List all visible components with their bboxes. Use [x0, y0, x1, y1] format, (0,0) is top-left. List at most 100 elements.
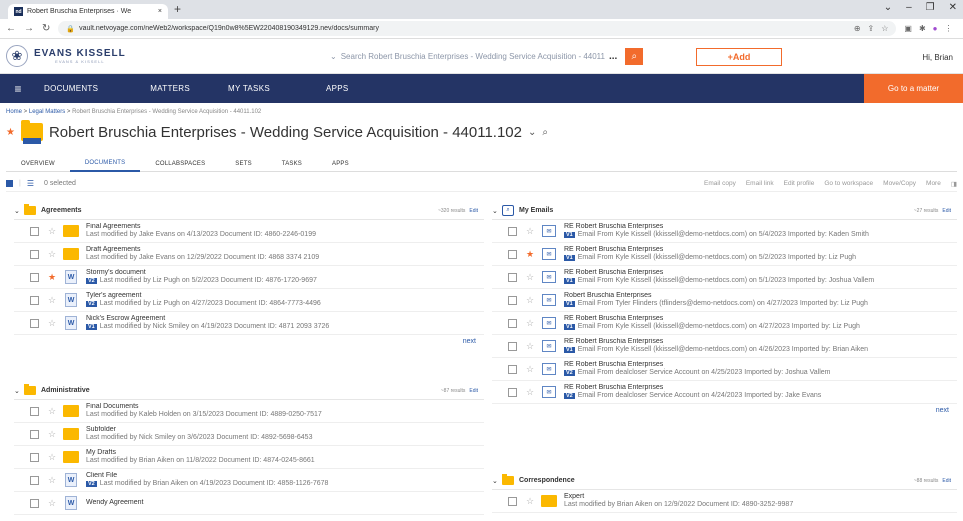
document-row[interactable]: ☆ W Nick's Escrow Agreement V1 Last modified… [14, 312, 484, 335]
favorite-star-icon[interactable]: ☆ [48, 318, 62, 329]
panel-toggle-icon[interactable]: ◨ [951, 180, 957, 188]
row-checkbox[interactable] [30, 498, 39, 508]
favorite-star-icon[interactable]: ☆ [48, 226, 62, 237]
row-checkbox[interactable] [508, 226, 517, 236]
row-checkbox[interactable] [508, 249, 517, 259]
favorite-star-icon[interactable]: ★ [526, 249, 540, 260]
document-row[interactable]: ☆ Subfolder Last modified by Nick Smiley o… [14, 423, 484, 446]
row-checkbox[interactable] [508, 341, 517, 351]
user-menu[interactable]: Hi, Brian [922, 53, 953, 62]
favorite-star-icon[interactable]: ☆ [526, 226, 540, 237]
row-checkbox[interactable] [508, 364, 517, 374]
favorite-star-icon[interactable]: ☆ [48, 452, 62, 463]
favorite-star-icon[interactable]: ☆ [48, 475, 62, 486]
document-name[interactable]: Robert Bruschia Enterprises [564, 292, 957, 300]
tab-documents[interactable]: DOCUMENTS [69, 155, 141, 172]
add-button[interactable]: +Add [696, 48, 782, 66]
puzzle-icon[interactable]: ✱ [919, 24, 926, 33]
firm-logo[interactable]: ❀ EVANS KISSELL EVANS & KISSELL [0, 45, 126, 67]
document-name[interactable]: RE Robert Bruschia Enterprises [564, 246, 957, 254]
chevron-down-icon[interactable]: ⌄ [492, 207, 502, 215]
document-row[interactable]: ☆ Final Documents Last modified by Kaleb H… [14, 400, 484, 423]
document-name[interactable]: Nick's Escrow Agreement [86, 315, 484, 323]
document-name[interactable]: RE Robert Bruschia Enterprises [564, 315, 957, 323]
email-row[interactable]: ☆ ✉ RE Robert Bruschia Enterprises V1 Email … [492, 335, 957, 358]
nav-my-tasks[interactable]: MY TASKS [228, 84, 270, 93]
favorite-star-icon[interactable]: ★ [48, 272, 62, 283]
hamburger-menu-icon[interactable]: ≡ [0, 82, 36, 96]
document-name[interactable]: My Drafts [86, 449, 484, 457]
version-badge[interactable]: V1 [564, 347, 575, 354]
grid-view-icon[interactable] [6, 180, 13, 187]
edit-profile-button[interactable]: Edit profile [784, 180, 815, 188]
back-icon[interactable]: ← [6, 23, 16, 34]
document-name[interactable]: Draft Agreements [86, 246, 484, 254]
document-row[interactable]: ☆ Expert Last modified by Brian Aiken on 1… [492, 490, 957, 513]
document-row[interactable]: ☆ Final Agreements Last modified by Jake E… [14, 220, 484, 243]
email-row[interactable]: ☆ ✉ Robert Bruschia Enterprises V1 Email Fro… [492, 289, 957, 312]
share-icon[interactable]: ⇪ [868, 24, 875, 33]
url-field[interactable]: 🔒 vault.netvoyage.com/neWeb2/workspace/Q… [58, 21, 897, 36]
document-row[interactable]: ☆ W Client File V2 Last modified by Brian Ai… [14, 469, 484, 492]
version-badge[interactable]: V2 [564, 393, 575, 400]
version-badge[interactable]: V2 [86, 278, 97, 285]
document-name[interactable]: RE Robert Bruschia Enterprises [564, 223, 957, 231]
row-checkbox[interactable] [508, 272, 517, 282]
favorite-star-icon[interactable]: ☆ [526, 496, 540, 507]
email-link-button[interactable]: Email link [746, 180, 774, 188]
tab-search-icon[interactable]: ⌄ [884, 2, 892, 13]
document-row[interactable]: ☆ Draft Agreements Last modified by Jake E… [14, 243, 484, 266]
forward-icon[interactable]: → [24, 23, 34, 34]
go-to-matter-button[interactable]: Go to a matter [864, 74, 963, 103]
favorite-star-icon[interactable]: ☆ [48, 406, 62, 417]
favorite-star-icon[interactable]: ☆ [526, 341, 540, 352]
version-badge[interactable]: V2 [564, 370, 575, 377]
row-checkbox[interactable] [30, 429, 39, 439]
version-badge[interactable]: V1 [564, 255, 575, 262]
row-checkbox[interactable] [30, 318, 39, 328]
document-name[interactable]: Subfolder [86, 426, 484, 434]
close-window-button[interactable]: ✕ [949, 2, 957, 13]
profile-avatar-icon[interactable]: ● [933, 24, 938, 33]
document-row[interactable]: ☆ My Drafts Last modified by Brian Aiken o… [14, 446, 484, 469]
chevron-down-icon[interactable]: ⌄ [14, 387, 24, 395]
list-view-icon[interactable]: ☰ [27, 179, 34, 188]
favorite-star-icon[interactable]: ★ [6, 127, 15, 138]
email-row[interactable]: ☆ ✉ RE Robert Bruschia Enterprises V1 Email … [492, 266, 957, 289]
favorite-star-icon[interactable]: ☆ [48, 249, 62, 260]
document-name[interactable]: Final Agreements [86, 223, 484, 231]
document-name[interactable]: Wendy Agreement [86, 499, 484, 507]
nav-apps[interactable]: APPS [326, 84, 349, 93]
kebab-menu-icon[interactable]: ⋮ [945, 24, 953, 33]
row-checkbox[interactable] [30, 226, 39, 236]
favorite-star-icon[interactable]: ☆ [526, 272, 540, 283]
document-name[interactable]: RE Robert Bruschia Enterprises [564, 384, 957, 392]
document-name[interactable]: Tyler's agreement [86, 292, 484, 300]
edit-link[interactable]: Edit [942, 208, 951, 214]
email-copy-button[interactable]: Email copy [704, 180, 736, 188]
new-tab-button[interactable]: + [174, 2, 181, 16]
favorite-star-icon[interactable]: ☆ [48, 429, 62, 440]
minimize-button[interactable]: – [906, 2, 912, 13]
move-copy-button[interactable]: Move/Copy [883, 180, 916, 188]
tab-close-icon[interactable]: × [158, 8, 162, 15]
row-checkbox[interactable] [508, 496, 517, 506]
browser-tab[interactable]: nd Robert Bruschia Enterprises · We × [8, 4, 168, 19]
row-checkbox[interactable] [508, 318, 517, 328]
breadcrumb-home[interactable]: Home [6, 109, 22, 115]
bookmark-star-icon[interactable]: ☆ [881, 24, 888, 33]
document-name[interactable]: RE Robert Bruschia Enterprises [564, 361, 957, 369]
version-badge[interactable]: V2 [86, 481, 97, 488]
zoom-icon[interactable]: ⊕ [854, 24, 861, 33]
document-row[interactable]: ★ W Stormy's document V2 Last modified by Li… [14, 266, 484, 289]
more-button[interactable]: More [926, 180, 941, 188]
email-row[interactable]: ☆ ✉ RE Robert Bruschia Enterprises V1 Email … [492, 312, 957, 335]
edit-link[interactable]: Edit [469, 208, 478, 214]
tab-tasks[interactable]: TASKS [267, 155, 317, 172]
document-name[interactable]: RE Robert Bruschia Enterprises [564, 269, 957, 277]
search-workspace-icon[interactable]: ⌕ [542, 127, 548, 138]
document-row[interactable]: ☆ W Tyler's agreement V2 Last modified by Li… [14, 289, 484, 312]
tab-collabspaces[interactable]: COLLABSPACES [140, 155, 220, 172]
chevron-down-icon[interactable]: ⌄ [492, 477, 502, 485]
favorite-star-icon[interactable]: ☆ [526, 318, 540, 329]
